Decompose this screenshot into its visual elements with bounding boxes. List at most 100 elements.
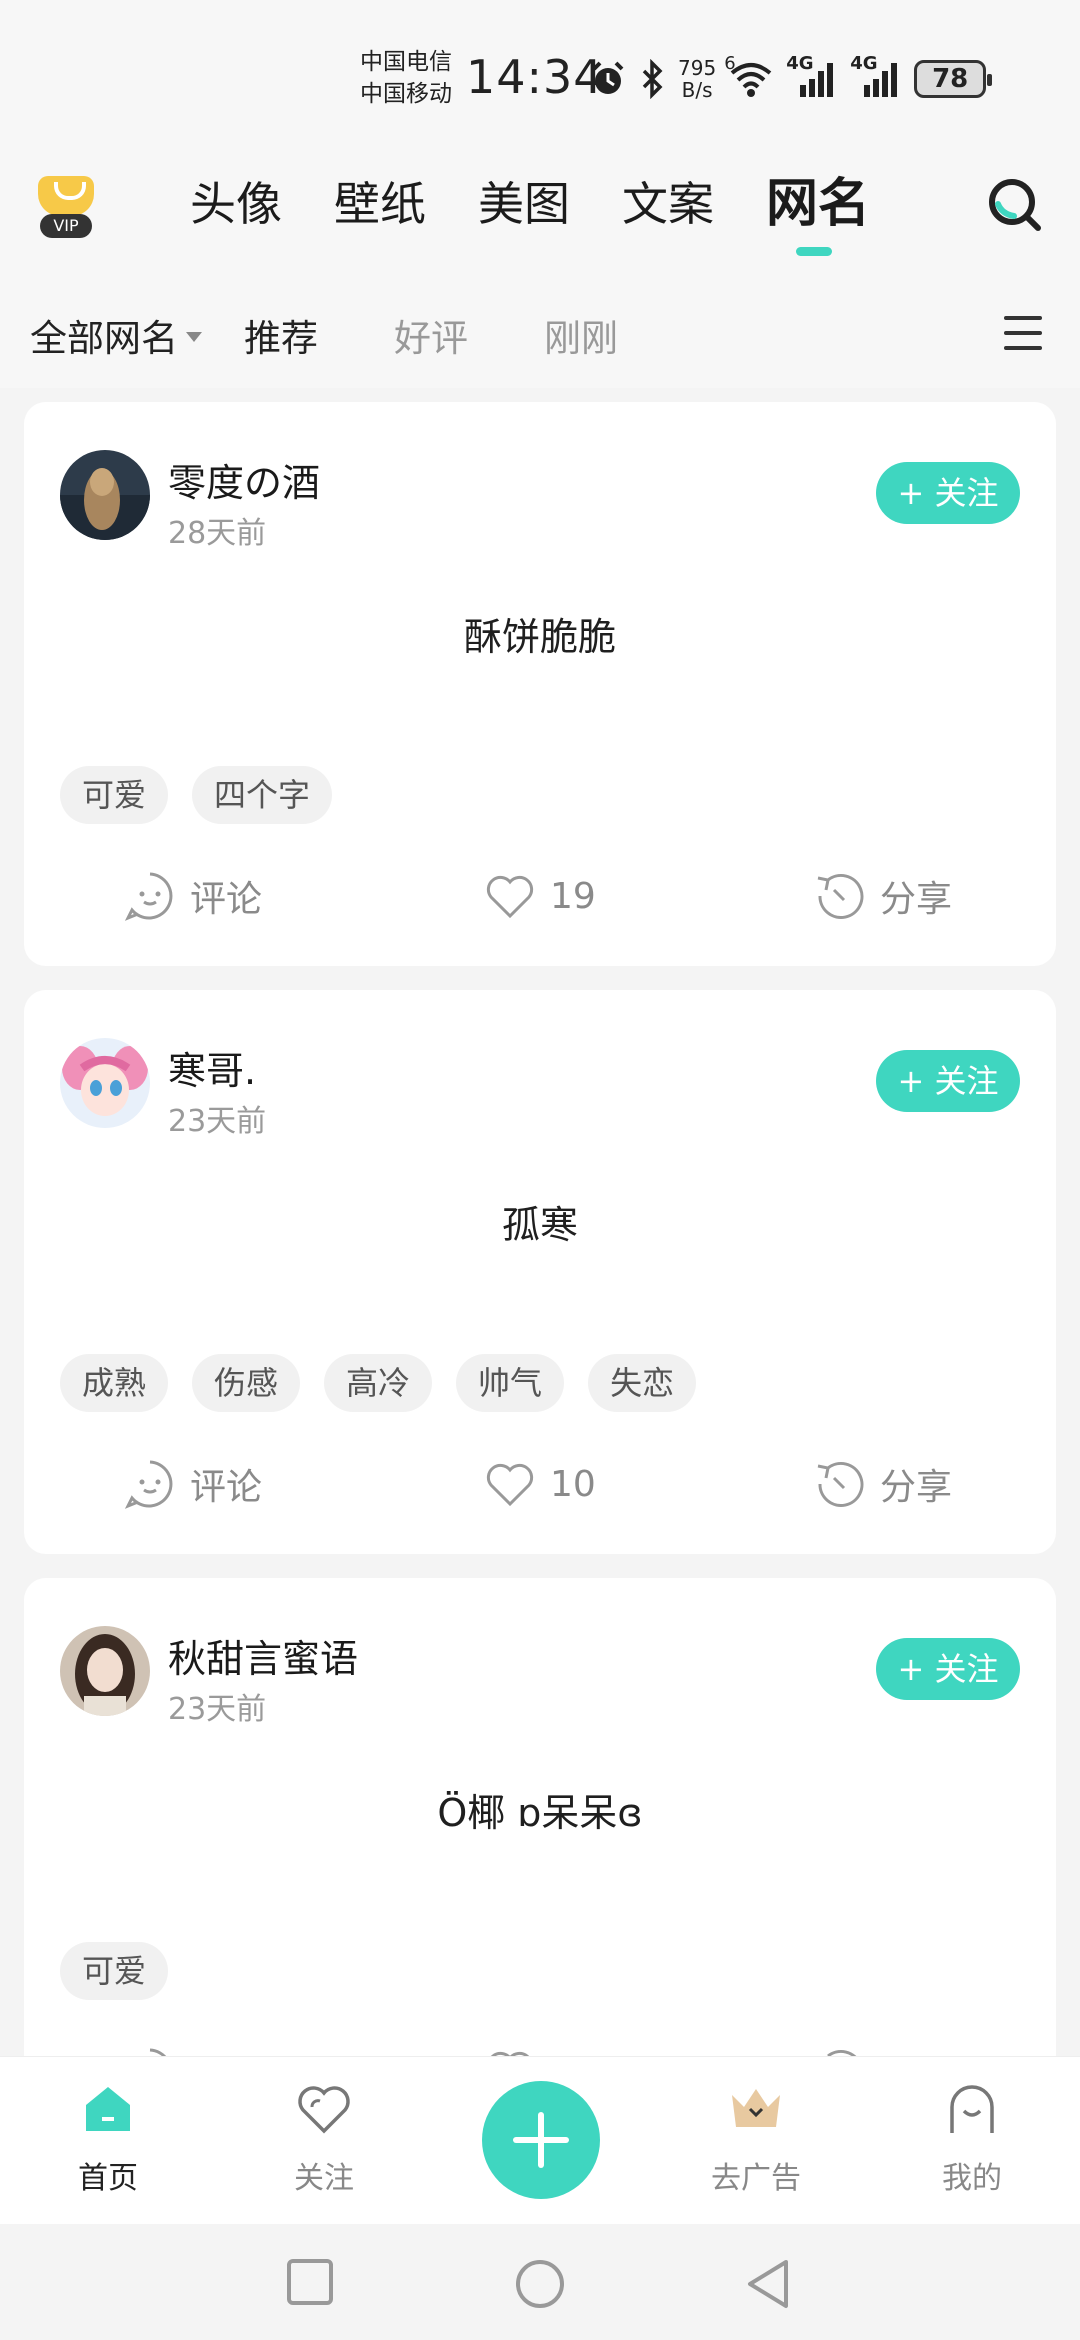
battery-icon: 78 xyxy=(914,60,993,98)
tab-wallpaper[interactable]: 壁纸 xyxy=(334,174,426,234)
nickname-feed: 零度の酒 28天前 + 关注 酥饼脆脆 可爱 四个字 评论 19 分享 寒哥. … xyxy=(0,388,1080,2056)
tag[interactable]: 高冷 xyxy=(324,1354,433,1412)
tab-profile[interactable]: 我的 xyxy=(902,2079,1042,2197)
post-time: 23天前 xyxy=(168,1104,267,1139)
category-tabs: 头像 壁纸 美图 文案 网名 xyxy=(190,174,870,256)
signal-1-label: 4G xyxy=(786,53,814,74)
avatar[interactable] xyxy=(60,1038,150,1128)
like-button[interactable] xyxy=(484,2038,550,2056)
share-label: 分享 xyxy=(880,2046,952,2056)
comment-label: 评论 xyxy=(190,2046,262,2056)
clock: 14:34 xyxy=(466,50,604,104)
tag[interactable]: 失恋 xyxy=(588,1354,697,1412)
follow-button[interactable]: + 关注 xyxy=(876,1638,1020,1700)
tag[interactable]: 可爱 xyxy=(60,766,169,824)
tag[interactable]: 伤感 xyxy=(192,1354,301,1412)
system-nav-bar xyxy=(0,2224,1080,2340)
net-speed: 795 B/s xyxy=(678,57,716,101)
author-name[interactable]: 零度の酒 xyxy=(168,452,320,507)
tab-copywriting[interactable]: 文案 xyxy=(622,174,714,234)
tab-home-label: 首页 xyxy=(78,2161,138,2196)
comment-icon xyxy=(149,2048,167,2056)
nickname-text[interactable]: Ö椰 ɒ呆呆ɞ xyxy=(24,1782,1056,1837)
tag[interactable]: 四个字 xyxy=(192,766,333,824)
share-button[interactable]: 分享 xyxy=(814,1450,952,1518)
vip-cup-icon xyxy=(38,176,94,216)
filter-top-rated[interactable]: 好评 xyxy=(394,308,468,362)
carrier-1: 中国电信 xyxy=(360,49,452,75)
vip-label: VIP xyxy=(40,214,92,238)
tab-avatar[interactable]: 头像 xyxy=(190,174,282,234)
tab-home[interactable]: 首页 xyxy=(38,2079,178,2197)
search-icon[interactable] xyxy=(984,174,1044,234)
comment-label: 评论 xyxy=(190,879,263,920)
tab-remove-ads[interactable]: 去广告 xyxy=(686,2079,826,2197)
share-button[interactable]: 分享 xyxy=(814,2038,952,2056)
tab-following[interactable]: 关注 xyxy=(254,2079,394,2197)
filter-latest[interactable]: 刚刚 xyxy=(544,308,618,362)
home-icon xyxy=(86,2087,130,2131)
heart-icon xyxy=(298,2086,350,2134)
share-icon xyxy=(817,1462,864,1507)
net-speed-value: 795 xyxy=(678,56,717,80)
nickname-card: 寒哥. 23天前 + 关注 孤寒 成熟 伤感 高冷 帅气 失恋 评论 10 分享 xyxy=(24,990,1056,1554)
plus-icon[interactable] xyxy=(482,2081,600,2199)
comment-button[interactable]: 评论 xyxy=(124,1450,262,1518)
tag-list: 可爱 xyxy=(60,1942,169,2000)
tab-profile-label: 我的 xyxy=(942,2161,1002,2196)
category-dropdown-label: 全部网名 xyxy=(30,317,178,360)
status-icons: 795 B/s 6 4G 4G 78 xyxy=(588,53,993,104)
follow-button[interactable]: + 关注 xyxy=(876,462,1020,524)
carrier-info: 中国电信 中国移动 xyxy=(360,46,452,110)
heart-icon xyxy=(490,2051,530,2056)
tab-nicknames[interactable]: 网名 xyxy=(766,174,870,256)
cell-signal-2: 4G xyxy=(850,53,902,99)
follow-button[interactable]: + 关注 xyxy=(876,1050,1020,1112)
post-time: 28天前 xyxy=(168,516,267,551)
filter-bar: 全部网名 推荐 好评 刚刚 xyxy=(0,280,1080,388)
net-speed-unit: B/s xyxy=(681,78,713,102)
bluetooth-icon xyxy=(642,59,663,99)
card-actions: 评论 10 分享 xyxy=(24,1450,1056,1518)
crown-icon xyxy=(732,2089,780,2127)
nickname-card: 零度の酒 28天前 + 关注 酥饼脆脆 可爱 四个字 评论 19 分享 xyxy=(24,402,1056,966)
card-actions: 评论 分享 xyxy=(24,2038,1056,2056)
comment-button[interactable]: 评论 xyxy=(124,2038,262,2056)
comment-icon xyxy=(124,872,173,921)
like-count: 19 xyxy=(550,875,596,917)
carrier-2: 中国移动 xyxy=(360,81,452,107)
share-button[interactable]: 分享 xyxy=(814,862,952,930)
back-icon[interactable] xyxy=(744,2258,792,2310)
share-icon xyxy=(817,874,864,919)
category-dropdown[interactable]: 全部网名 xyxy=(30,308,202,362)
share-label: 分享 xyxy=(880,879,953,920)
cell-signal-1: 4G xyxy=(786,53,838,99)
author-name[interactable]: 秋甜言蜜语 xyxy=(168,1628,358,1683)
menu-icon[interactable] xyxy=(1004,316,1042,350)
heart-icon xyxy=(486,875,534,919)
nickname-text[interactable]: 酥饼脆脆 xyxy=(24,606,1056,661)
tab-pictures[interactable]: 美图 xyxy=(478,174,570,234)
avatar[interactable] xyxy=(60,1626,150,1716)
wifi-badge: 6 xyxy=(724,53,736,74)
chevron-down-icon xyxy=(186,332,202,342)
home-button-icon[interactable] xyxy=(514,2258,566,2310)
tag[interactable]: 帅气 xyxy=(456,1354,565,1412)
like-button[interactable]: 19 xyxy=(484,862,596,930)
tag[interactable]: 成熟 xyxy=(60,1354,169,1412)
recent-apps-icon[interactable] xyxy=(286,2258,334,2306)
bottom-tab-bar: 首页 关注 去广告 我的 xyxy=(0,2056,1080,2224)
nickname-text[interactable]: 孤寒 xyxy=(24,1194,1056,1249)
nickname-card: 秋甜言蜜语 23天前 + 关注 Ö椰 ɒ呆呆ɞ 可爱 评论 xyxy=(24,1578,1056,2056)
tag-list: 成熟 伤感 高冷 帅气 失恋 xyxy=(60,1354,697,1412)
wifi-indicator: 6 xyxy=(724,53,774,99)
filter-recommended[interactable]: 推荐 xyxy=(244,308,318,362)
avatar[interactable] xyxy=(60,450,150,540)
status-bar: 中国电信 中国移动 14:34 795 B/s 6 4G 4G 78 xyxy=(0,0,1080,150)
tag[interactable]: 可爱 xyxy=(60,1942,169,2000)
like-button[interactable]: 10 xyxy=(484,1450,596,1518)
comment-button[interactable]: 评论 xyxy=(124,862,262,930)
author-name[interactable]: 寒哥. xyxy=(168,1040,256,1095)
vip-badge[interactable]: VIP xyxy=(34,172,98,242)
battery-level: 78 xyxy=(932,64,969,94)
